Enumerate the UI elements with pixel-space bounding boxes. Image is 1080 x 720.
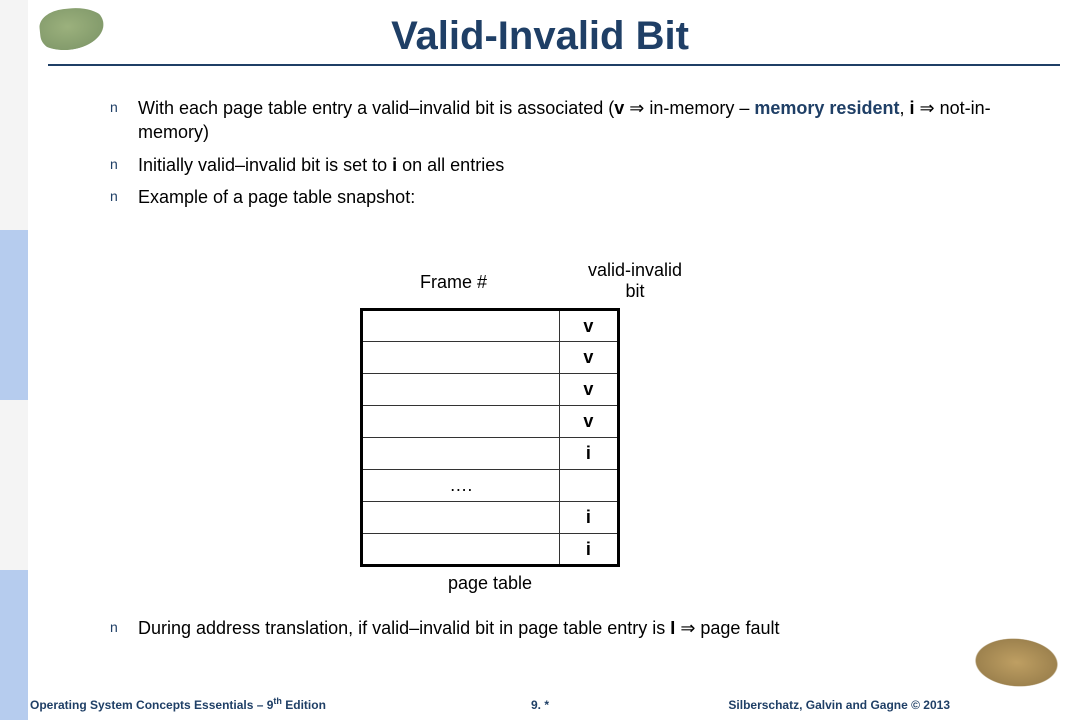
bullet-text: With each page table entry a valid–inval…	[138, 98, 614, 118]
slide-footer: Operating System Concepts Essentials – 9…	[0, 690, 1080, 712]
content-area-lower: During address translation, if valid–inv…	[110, 616, 960, 648]
bit-cell: i	[559, 438, 618, 470]
bullet-item: During address translation, if valid–inv…	[110, 616, 960, 640]
table-row: v	[362, 310, 619, 342]
bit-cell: i	[559, 502, 618, 534]
header-text: valid-invalid	[588, 260, 682, 280]
table-row: i	[362, 534, 619, 566]
content-area: With each page table entry a valid–inval…	[110, 96, 1020, 217]
table-row: v	[362, 406, 619, 438]
column-header-valid-invalid-bit: valid-invalid bit	[580, 260, 690, 302]
frame-cell: ….	[362, 470, 560, 502]
page-table: v v v v i …. i i	[360, 308, 620, 567]
frame-cell	[362, 502, 560, 534]
bullet-item: With each page table entry a valid–inval…	[110, 96, 1020, 145]
bit-cell: v	[559, 342, 618, 374]
left-sidebar-decoration	[0, 0, 28, 720]
frame-cell	[362, 310, 560, 342]
bullet-text: ,	[899, 98, 909, 118]
bit-cell: v	[559, 374, 618, 406]
table-row: ….	[362, 470, 619, 502]
bit-cell: v	[559, 406, 618, 438]
bit-cell	[559, 470, 618, 502]
bullet-list: During address translation, if valid–inv…	[110, 616, 960, 640]
figure-headers: Frame # valid-invalid bit	[360, 260, 690, 308]
bullet-text: Example of a page table snapshot:	[138, 187, 415, 207]
footer-copyright: Silberschatz, Galvin and Gagne © 2013	[728, 698, 950, 712]
slide: Valid-Invalid Bit With each page table e…	[0, 0, 1080, 720]
bold-v: v	[614, 98, 624, 118]
frame-cell	[362, 342, 560, 374]
bullet-list: With each page table entry a valid–inval…	[110, 96, 1020, 209]
table-row: v	[362, 374, 619, 406]
bullet-text: ⇒ page fault	[675, 618, 779, 638]
bit-cell: v	[559, 310, 618, 342]
table-row: v	[362, 342, 619, 374]
emphasis-memory-resident: memory resident	[754, 98, 899, 118]
dinosaur-icon	[967, 632, 1066, 693]
bit-cell: i	[559, 534, 618, 566]
frame-cell	[362, 406, 560, 438]
slide-title: Valid-Invalid Bit	[0, 14, 1080, 59]
bullet-text: During address translation, if valid–inv…	[138, 618, 670, 638]
header-text: bit	[625, 281, 644, 301]
title-underline	[48, 64, 1060, 66]
frame-cell	[362, 438, 560, 470]
column-header-frame: Frame #	[420, 272, 487, 293]
frame-cell	[362, 534, 560, 566]
bullet-text: Initially valid–invalid bit is set to	[138, 155, 392, 175]
frame-cell	[362, 374, 560, 406]
page-table-figure: Frame # valid-invalid bit v v v v i …. i…	[360, 260, 690, 594]
table-row: i	[362, 438, 619, 470]
bullet-item: Initially valid–invalid bit is set to i …	[110, 153, 1020, 177]
bullet-text: on all entries	[397, 155, 504, 175]
table-row: i	[362, 502, 619, 534]
bullet-text: ⇒ in-memory –	[624, 98, 754, 118]
figure-caption: page table	[360, 573, 620, 594]
bullet-item: Example of a page table snapshot:	[110, 185, 1020, 209]
